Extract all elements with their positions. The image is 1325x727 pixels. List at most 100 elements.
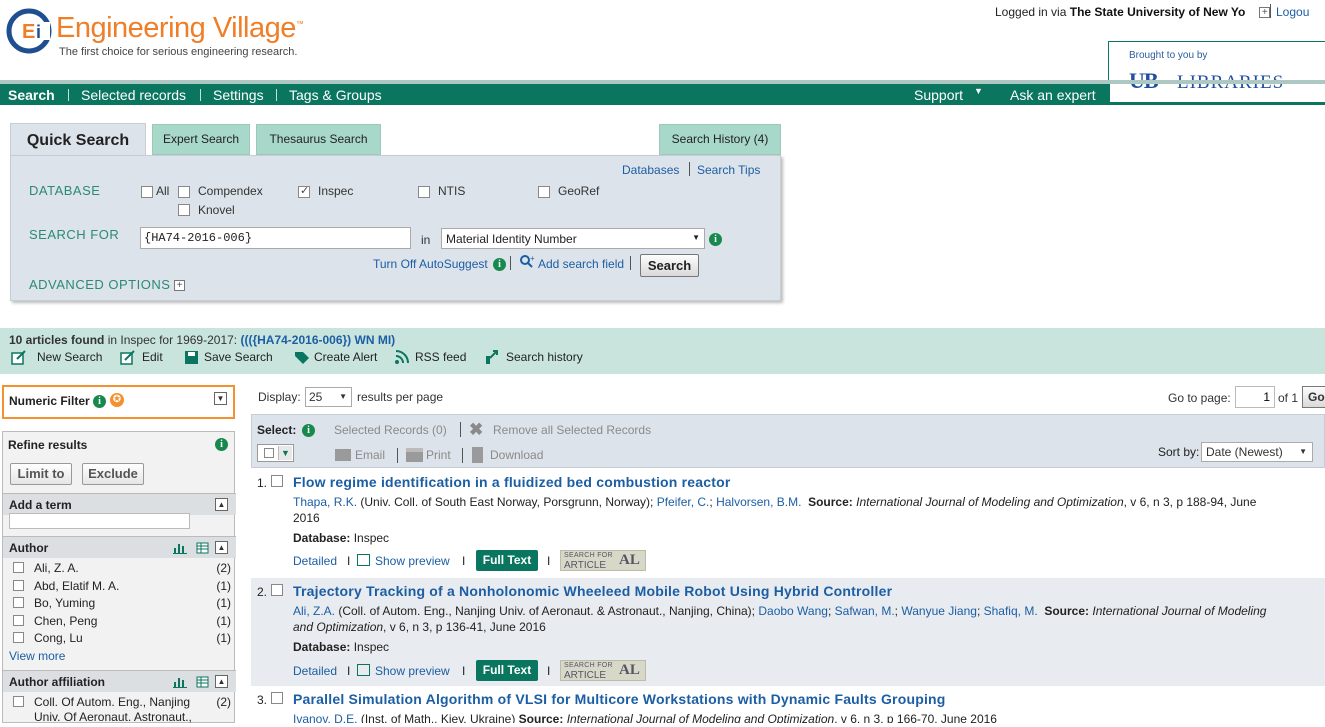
author-link[interactable]: Daobo Wang [758, 604, 828, 618]
nav-settings[interactable]: Settings [213, 87, 264, 103]
logout-link[interactable]: Logou [1276, 5, 1309, 19]
search-for-article-button[interactable]: SEARCH FOR ARTICLE AL [560, 550, 646, 571]
author-checkbox[interactable] [13, 632, 24, 643]
expand-plus-icon[interactable]: + [174, 280, 185, 291]
nav-ask-expert[interactable]: Ask an expert [1010, 87, 1096, 103]
author-checkbox[interactable] [13, 615, 24, 626]
print-icon[interactable] [406, 448, 423, 462]
refine-info-icon[interactable]: i [215, 438, 228, 451]
preview-icon[interactable] [357, 664, 370, 676]
db-georef-checkbox[interactable] [538, 186, 550, 198]
add-field-magnifier-icon[interactable]: + [519, 254, 536, 269]
remove-all-selected-link[interactable]: Remove all Selected Records [493, 423, 651, 437]
collapse-icon[interactable]: ▲ [215, 498, 228, 511]
author-link[interactable]: Safwan, M. [835, 604, 895, 618]
author-checkbox[interactable] [13, 580, 24, 591]
edit-link[interactable]: Edit [142, 350, 163, 364]
chevron-down-icon[interactable]: ▼ [974, 86, 983, 96]
select-all-checkbox[interactable] [264, 448, 274, 458]
author-link[interactable]: Ivanov, D.E. [293, 712, 357, 723]
affiliation-facet-item[interactable]: Coll. Of Autom. Eng., Nanjing Univ. Of Ae… [11, 695, 231, 727]
author-link[interactable]: Wanyue Jiang [901, 604, 977, 618]
download-icon[interactable] [472, 447, 483, 463]
db-inspec-checkbox[interactable] [298, 184, 310, 198]
create-alert-link[interactable]: Create Alert [314, 350, 377, 364]
limit-to-button[interactable]: Limit to [10, 463, 72, 485]
preview-icon[interactable] [357, 554, 370, 566]
view-more-authors-link[interactable]: View more [9, 649, 65, 663]
detailed-link[interactable]: Detailed [293, 664, 337, 678]
result-checkbox[interactable] [271, 475, 283, 487]
sort-select[interactable]: Date (Newest) ▼ [1201, 442, 1313, 462]
show-preview-link[interactable]: Show preview [375, 664, 450, 678]
star-badge-icon[interactable]: ✪ [110, 393, 124, 407]
collapse-icon[interactable]: ▲ [215, 675, 228, 688]
bar-chart-icon[interactable] [173, 676, 187, 688]
author-facet-item[interactable]: Cong, Lu (1) [11, 631, 231, 647]
engineering-village-logo-icon[interactable]: E i [6, 8, 52, 54]
search-tips-link[interactable]: Search Tips [697, 163, 760, 177]
goto-page-input[interactable] [1235, 386, 1275, 408]
author-link[interactable]: Halvorsen, B.M. [716, 495, 801, 509]
affiliation-checkbox[interactable] [13, 696, 24, 707]
db-ntis-checkbox[interactable] [418, 186, 430, 198]
numeric-filter-info-icon[interactable]: i [93, 395, 106, 408]
author-facet-item[interactable]: Ali, Z. A. (2) [11, 561, 231, 577]
db-knovel-checkbox[interactable] [178, 204, 190, 216]
download-link[interactable]: Download [490, 448, 543, 462]
email-link[interactable]: Email [355, 448, 385, 462]
remove-x-icon[interactable]: ✖ [469, 420, 483, 440]
search-history-link[interactable]: Search history [506, 350, 583, 364]
author-facet-item[interactable]: Chen, Peng (1) [11, 614, 231, 630]
detailed-link[interactable]: Detailed [293, 554, 337, 568]
chevron-down-icon[interactable]: ▼ [278, 446, 292, 460]
full-text-button[interactable]: Full Text [476, 550, 538, 571]
author-checkbox[interactable] [13, 562, 24, 573]
db-all-checkbox[interactable] [141, 186, 153, 198]
rss-icon[interactable] [394, 350, 410, 365]
search-field-select[interactable]: Material Identity Number ▼ [441, 228, 705, 249]
author-link[interactable]: Ali, Z.A. [293, 604, 335, 618]
print-link[interactable]: Print [426, 448, 451, 462]
expand-chevron-icon[interactable]: ▼ [214, 392, 227, 405]
go-button[interactable]: Go [1302, 386, 1325, 408]
nav-search[interactable]: Search [8, 87, 55, 103]
results-per-page-select[interactable]: 25 ▼ [305, 387, 352, 407]
result-title-link[interactable]: Parallel Simulation Algorithm of VLSI fo… [293, 691, 946, 707]
db-compendex-checkbox[interactable] [178, 186, 190, 198]
author-facet-item[interactable]: Bo, Yuming (1) [11, 596, 231, 612]
full-text-button[interactable]: Full Text [476, 660, 538, 681]
author-link[interactable]: Shafiq, M. [984, 604, 1038, 618]
author-link[interactable]: Thapa, R.K. [293, 495, 357, 509]
result-title-link[interactable]: Flow regime identification in a fluidize… [293, 474, 731, 490]
author-checkbox[interactable] [13, 597, 24, 608]
collapse-icon[interactable]: ▲ [215, 541, 228, 554]
search-button[interactable]: Search [640, 254, 699, 277]
logo-title[interactable]: Engineering Village™ [56, 12, 304, 45]
alert-tag-icon[interactable] [294, 350, 310, 365]
result-checkbox[interactable] [271, 584, 283, 596]
tab-search-history[interactable]: Search History (4) [659, 124, 781, 155]
new-search-link[interactable]: New Search [37, 350, 102, 364]
nav-tags-groups[interactable]: Tags & Groups [289, 87, 382, 103]
select-all-dropdown[interactable]: ▼ [257, 444, 294, 462]
export-table-icon[interactable] [196, 676, 209, 688]
search-for-article-button[interactable]: SEARCH FOR ARTICLE AL [560, 660, 646, 681]
autosuggest-toggle[interactable]: Turn Off AutoSuggest [373, 257, 488, 271]
advanced-options-label[interactable]: ADVANCED OPTIONS [29, 277, 170, 292]
rss-feed-link[interactable]: RSS feed [415, 350, 466, 364]
numeric-filter-box[interactable]: Numeric Filter i ✪ ▼ [2, 385, 235, 419]
add-search-field-link[interactable]: Add search field [538, 257, 624, 271]
email-envelope-icon[interactable] [335, 449, 351, 461]
bar-chart-icon[interactable] [173, 542, 187, 554]
expand-plus-icon[interactable]: + [1259, 7, 1271, 19]
tab-expert-search[interactable]: Expert Search [152, 124, 250, 155]
add-term-input[interactable] [9, 513, 190, 529]
author-link[interactable]: Pfeifer, C. [657, 495, 710, 509]
search-input[interactable] [140, 227, 411, 249]
select-info-icon[interactable]: i [302, 424, 315, 437]
nav-support[interactable]: Support [914, 87, 963, 103]
save-icon[interactable] [184, 350, 200, 365]
tab-quick-search[interactable]: Quick Search [10, 123, 146, 156]
search-history-icon[interactable] [484, 350, 500, 365]
